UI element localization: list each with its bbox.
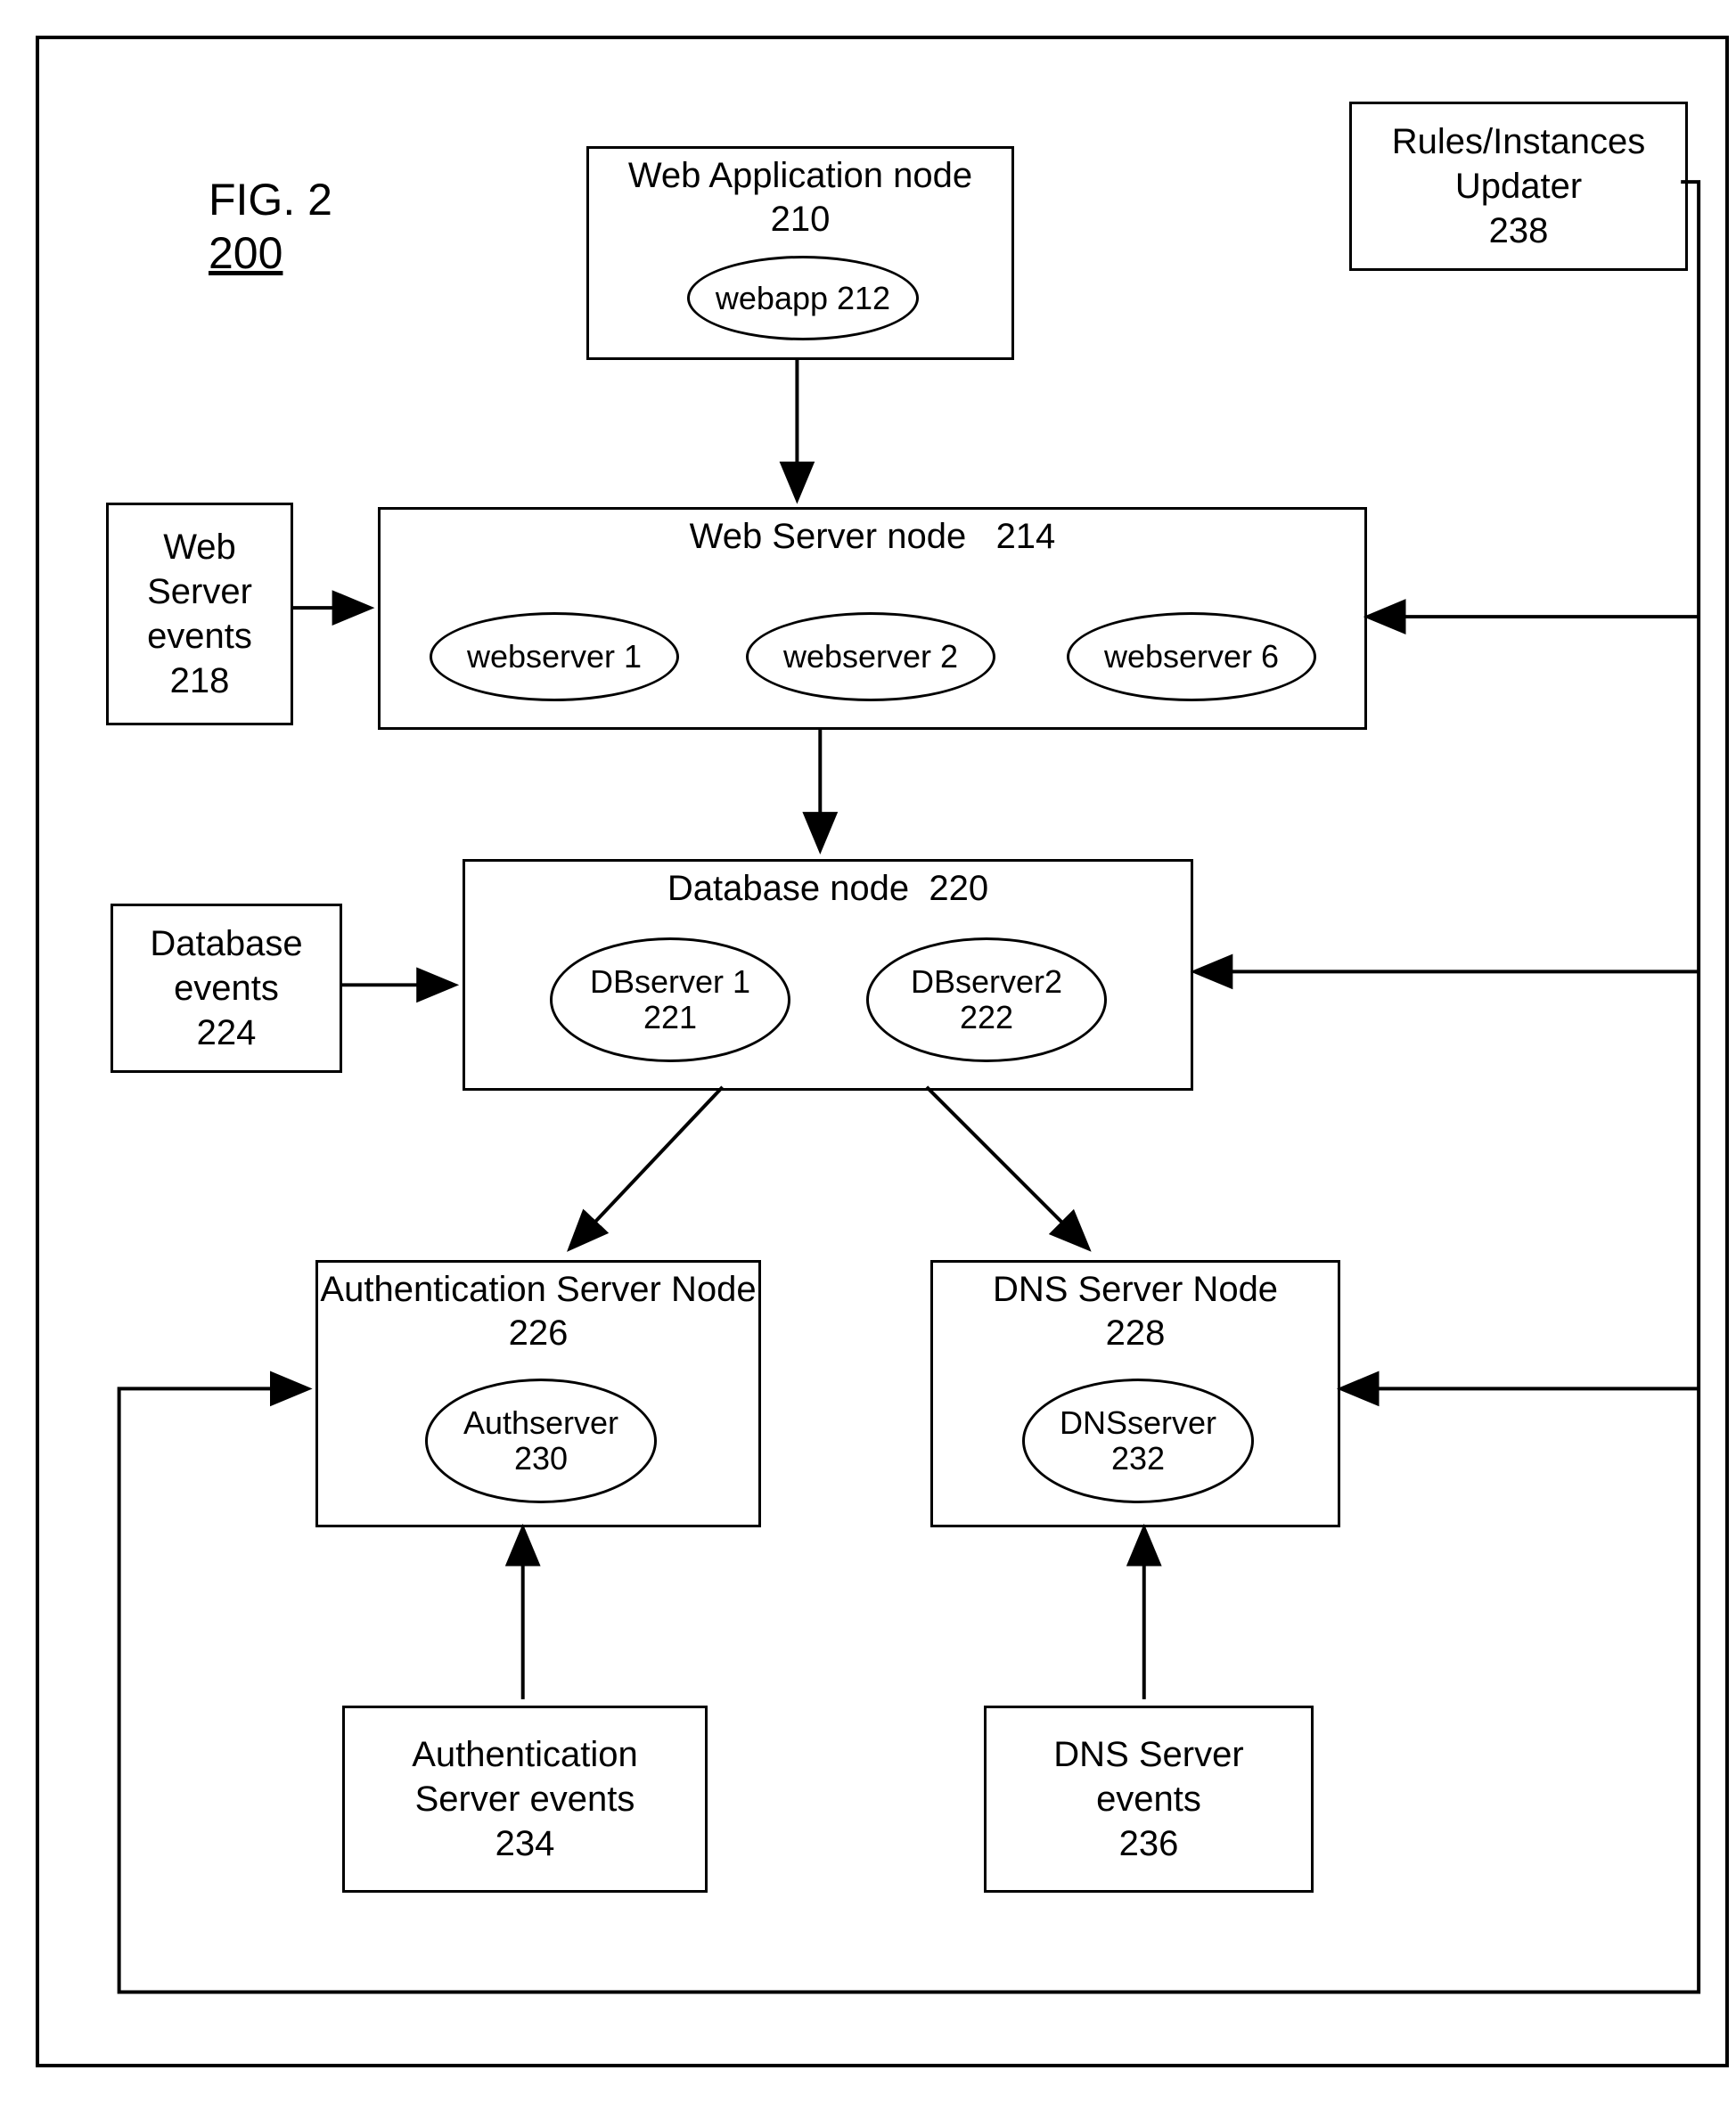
webapp-node-ref: 210 [771,200,831,239]
dns-node-title: DNS Server Node [933,1270,1338,1310]
authserver-instance: Authserver 230 [425,1379,657,1503]
rules-instances-updater-box: Rules/Instances Updater 238 [1349,102,1688,271]
dbserver-instance-1: DBserver 1 221 [550,937,790,1062]
webserver-node-ref: 214 [996,517,1056,556]
webserver-instance-1-label: webserver 1 [467,639,642,675]
webserver-events-name: Web Server events [121,525,278,659]
web-server-node: Web Server node 214 webserver 1 webserve… [378,507,1367,730]
updater-name: Rules/Instances Updater [1364,119,1673,209]
authserver-label: Authserver [463,1405,618,1441]
diagram-canvas: FIG. 2 200 Rules/Instances Updater 238 W… [36,36,1729,2067]
dbserver-instance-2: DBserver2 222 [866,937,1107,1062]
web-application-node: Web Application node 210 webapp 212 [586,146,1014,360]
authserver-ref: 230 [514,1441,568,1477]
database-node: Database node 220 DBserver 1 221 DBserve… [463,859,1193,1091]
db-node-title: Database node [667,869,909,908]
auth-node-ref: 226 [509,1313,569,1353]
dnsserver-instance: DNSserver 232 [1022,1379,1254,1503]
dbserver1-label: DBserver 1 [590,964,750,1000]
dns-server-events-box: DNS Server events 236 [984,1706,1314,1893]
database-events-box: Database events 224 [111,904,342,1073]
webapp-instance-label: webapp 212 [716,281,890,316]
figure-label: FIG. 2 200 [209,173,332,280]
db-events-name: Database events [126,921,327,1011]
webserver-instance-2: webserver 2 [746,612,995,701]
auth-events-ref: 234 [357,1821,692,1866]
db-events-ref: 224 [126,1011,327,1055]
authentication-server-node: Authentication Server Node 226 Authserve… [315,1260,761,1527]
webserver-instance-1: webserver 1 [430,612,679,701]
webserver-instance-2-label: webserver 2 [783,639,958,675]
dbserver2-label: DBserver2 [911,964,1062,1000]
dnsserver-ref: 232 [1111,1441,1165,1477]
figure-ref: 200 [209,226,332,280]
webserver-events-ref: 218 [121,659,278,703]
updater-ref: 238 [1364,209,1673,253]
dbserver2-ref: 222 [960,1000,1013,1035]
db-node-ref: 220 [929,869,988,908]
dns-node-ref: 228 [1106,1313,1166,1353]
auth-events-name: Authentication Server events [357,1732,692,1821]
dns-events-ref: 236 [999,1821,1298,1866]
figure-number: FIG. 2 [209,173,332,226]
auth-node-title: Authentication Server Node [318,1270,758,1310]
auth-server-events-box: Authentication Server events 234 [342,1706,708,1893]
dns-server-node: DNS Server Node 228 DNSserver 232 [930,1260,1340,1527]
webserver-node-title: Web Server node [690,517,967,556]
webapp-node-title: Web Application node [589,156,1011,196]
web-server-events-box: Web Server events 218 [106,503,293,725]
dnsserver-label: DNSserver [1060,1405,1216,1441]
webapp-instance: webapp 212 [687,256,919,340]
dbserver1-ref: 221 [643,1000,697,1035]
webserver-instance-6-label: webserver 6 [1104,639,1279,675]
webserver-instance-6: webserver 6 [1067,612,1316,701]
dns-events-name: DNS Server events [999,1732,1298,1821]
